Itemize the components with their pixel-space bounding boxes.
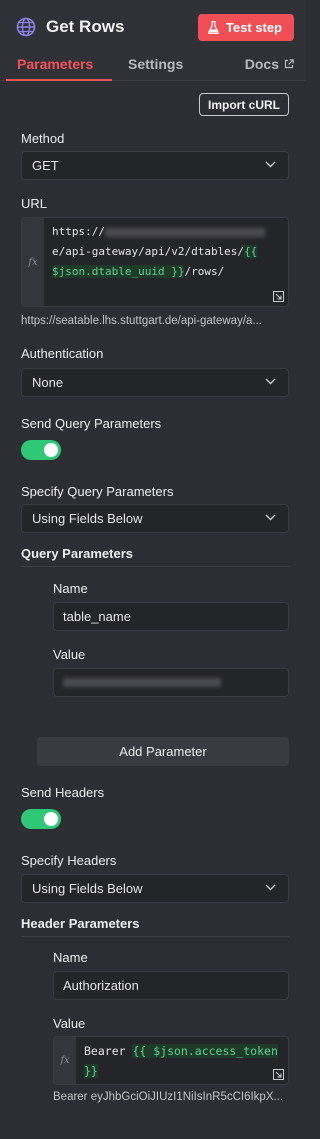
- send-headers-label: Send Headers: [21, 785, 105, 800]
- authentication-select[interactable]: None: [21, 368, 289, 397]
- send-query-label: Send Query Parameters: [21, 416, 162, 431]
- tab-parameters[interactable]: Parameters: [17, 54, 93, 72]
- resize-handle-icon[interactable]: [273, 1069, 284, 1080]
- toggle-knob: [44, 443, 58, 457]
- redacted-host: [104, 227, 265, 237]
- header-value-resolved-preview: Bearer eyJhbGciOiJIUzI1NiIsInR5cCI6IkpX.…: [53, 1091, 284, 1103]
- send-query-toggle[interactable]: [21, 440, 61, 460]
- chevron-down-icon: [265, 161, 276, 168]
- add-parameter-button[interactable]: Add Parameter: [37, 737, 289, 766]
- query-parameters-title: Query Parameters: [21, 546, 134, 561]
- method-value: GET: [32, 158, 59, 173]
- specify-query-select[interactable]: Using Fields Below: [21, 504, 289, 533]
- authentication-value: None: [32, 375, 64, 390]
- chevron-down-icon: [265, 378, 276, 385]
- node-title[interactable]: Get Rows: [46, 17, 198, 37]
- url-line3-suffix: /rows/: [184, 265, 225, 278]
- node-header: Get Rows Test step: [0, 0, 306, 54]
- tab-settings[interactable]: Settings: [128, 54, 183, 72]
- query-name-input[interactable]: table_name: [53, 602, 289, 631]
- header-name-label: Name: [53, 950, 88, 965]
- header-value-label: Value: [53, 1016, 86, 1031]
- url-line-3: $json.dtable_uuid }}/rows/: [52, 262, 224, 282]
- header-value-prefix: Bearer: [84, 1044, 133, 1058]
- header-value-expression-input[interactable]: fx Bearer {{ $json.access_token }}: [53, 1036, 289, 1085]
- fx-icon: fx: [22, 218, 44, 306]
- url-expr: $json.dtable_uuid }}: [52, 265, 185, 278]
- specify-query-label: Specify Query Parameters: [21, 484, 174, 499]
- tab-docs-label: Docs: [244, 56, 279, 72]
- query-value-input[interactable]: [53, 668, 289, 697]
- query-name-value: table_name: [63, 609, 131, 624]
- specify-headers-label: Specify Headers: [21, 853, 117, 868]
- specify-query-value: Using Fields Below: [32, 511, 143, 526]
- url-line2-text: e/api-gateway/api/v2/dtables/: [52, 245, 245, 258]
- query-name-label: Name: [53, 581, 88, 596]
- import-curl-button[interactable]: Import cURL: [199, 93, 289, 116]
- url-line-2: e/api-gateway/api/v2/dtables/{{: [52, 242, 258, 262]
- header-value-line-2: }}: [84, 1061, 98, 1081]
- section-divider: [21, 566, 289, 567]
- url-resolved-preview: https://seatable.lhs.stuttgart.de/api-ga…: [21, 315, 263, 327]
- section-divider: [21, 936, 289, 937]
- active-tab-indicator: [6, 79, 112, 81]
- url-line-1: https://: [52, 222, 265, 242]
- url-line1-prefix: https://: [52, 225, 105, 238]
- redacted-query-value: [63, 678, 221, 687]
- url-expression-input[interactable]: fx https:// e/api-gateway/api/v2/dtables…: [21, 217, 289, 307]
- method-select[interactable]: GET: [21, 151, 289, 180]
- tab-bar: Parameters Settings Docs: [0, 54, 306, 81]
- toggle-knob: [44, 812, 58, 826]
- chevron-down-icon: [265, 884, 276, 891]
- header-name-input[interactable]: Authorization: [53, 971, 289, 1000]
- query-value-label: Value: [53, 647, 86, 662]
- specify-headers-value: Using Fields Below: [32, 881, 143, 896]
- header-parameters-title: Header Parameters: [21, 916, 140, 931]
- flask-icon: [207, 20, 219, 34]
- header-value-expr: {{ $json.access_token: [132, 1044, 278, 1058]
- specify-headers-select[interactable]: Using Fields Below: [21, 874, 289, 903]
- chevron-down-icon: [265, 514, 276, 521]
- header-name-value: Authorization: [63, 978, 139, 993]
- tab-docs[interactable]: Docs: [245, 54, 294, 72]
- globe-icon: [16, 17, 36, 37]
- method-label: Method: [21, 131, 65, 146]
- send-headers-toggle[interactable]: [21, 809, 61, 829]
- header-value-line-1: Bearer {{ $json.access_token: [84, 1041, 278, 1061]
- authentication-label: Authentication: [21, 346, 104, 361]
- fx-icon: fx: [54, 1037, 76, 1084]
- header-value-expr-close: }}: [84, 1064, 98, 1078]
- test-step-button[interactable]: Test step: [197, 13, 294, 41]
- url-expr-open: {{: [244, 245, 258, 258]
- test-step-label: Test step: [225, 19, 282, 35]
- url-label: URL: [21, 196, 48, 211]
- external-link-icon: [284, 59, 294, 69]
- resize-handle-icon[interactable]: [273, 291, 284, 302]
